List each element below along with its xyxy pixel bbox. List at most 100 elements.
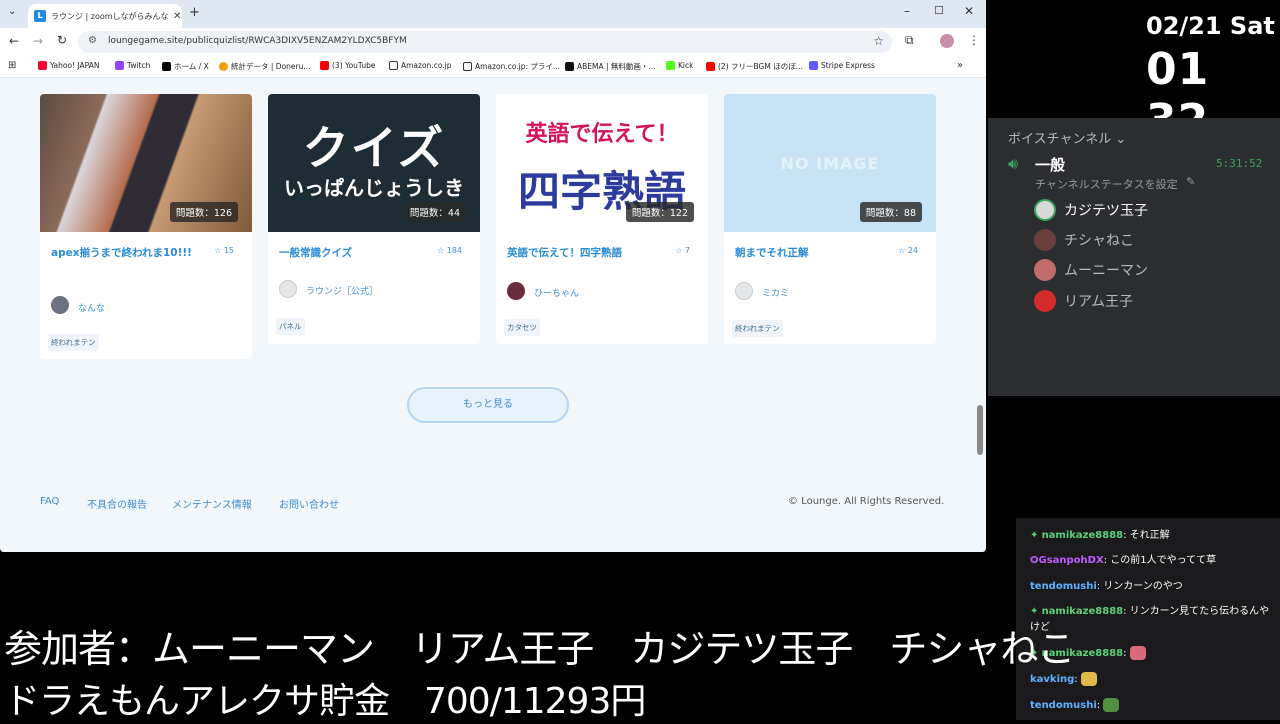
more-bookmarks-icon[interactable]: » — [957, 60, 963, 71]
menu-icon[interactable]: ⋮ — [968, 33, 980, 47]
site-info-icon[interactable]: ⚙ — [88, 35, 97, 46]
footer-link-contact[interactable]: お問い合わせ — [279, 496, 339, 511]
question-count-badge: 問題数：44 — [403, 202, 466, 222]
close-window-icon[interactable]: ✕ — [964, 4, 974, 18]
voice-member[interactable]: カジテツ玉子 — [1034, 198, 1148, 222]
avatar — [51, 296, 69, 314]
voice-member[interactable]: リアム王子 — [1034, 289, 1133, 313]
active-tab[interactable]: L ラウンジ | zoomしながらみんなで遊 ✕ — [28, 4, 182, 28]
reload-icon[interactable]: ↻ — [57, 33, 67, 47]
pencil-icon[interactable]: ✎ — [1186, 175, 1195, 188]
footer-link-bug-report[interactable]: 不具合の報告 — [87, 496, 147, 511]
tab-search-icon[interactable]: ⌄ — [8, 6, 16, 17]
x-icon — [162, 62, 171, 71]
chat-text: : それ正解 — [1123, 530, 1170, 541]
quiz-tag[interactable]: 終われまテン — [48, 334, 99, 351]
profile-avatar[interactable] — [940, 34, 954, 48]
avatar — [1034, 290, 1056, 312]
star-icon: ☆ — [675, 246, 683, 255]
quiz-title[interactable]: 一般常識クイズ — [279, 246, 429, 261]
chat-username[interactable]: namikaze8888 — [1042, 606, 1124, 617]
participants-overlay: 参加者：ムーニーマン リアム王子 カジテツ玉子 チシャねこ — [4, 627, 1075, 671]
stripe-icon — [809, 61, 818, 70]
quiz-card[interactable]: NO IMAGE 問題数：88 朝までそれ正解 ☆ 24 ミカミ 終われまテン — [724, 94, 936, 344]
quiz-thumbnail: NO IMAGE 問題数：88 — [724, 94, 936, 232]
voice-channel-header[interactable]: ボイスチャンネル ⌄ — [1008, 128, 1126, 147]
question-count-badge: 問題数：88 — [859, 202, 922, 222]
bookmark-amazon[interactable]: Amazon.co.jp — [389, 61, 452, 70]
chat-username[interactable]: namikaze8888 — [1042, 530, 1124, 541]
minimize-icon[interactable]: – — [904, 4, 910, 18]
footer-link-faq[interactable]: FAQ — [40, 496, 59, 507]
avatar — [1034, 259, 1056, 281]
new-tab-icon[interactable]: + — [189, 5, 200, 20]
favorite-count[interactable]: ☆ 15 — [214, 246, 234, 255]
show-more-button[interactable]: もっと見る — [407, 387, 569, 423]
emote-icon — [1129, 646, 1146, 660]
forward-icon[interactable]: → — [33, 34, 43, 48]
bookmark-stripe[interactable]: Stripe Express — [809, 61, 875, 70]
quiz-title[interactable]: 英語で伝えて！四字熟語 — [507, 246, 657, 261]
favorite-count[interactable]: ☆ 184 — [437, 246, 462, 255]
quiz-thumbnail: クイズ いっぱんじょうしき 問題数：44 — [268, 94, 480, 232]
author-name[interactable]: ひーちゃん — [534, 286, 579, 299]
quiz-card[interactable]: クイズ いっぱんじょうしき 問題数：44 一般常識クイズ ☆ 184 ラウンジ［… — [268, 94, 480, 344]
chat-text: : — [1123, 648, 1127, 659]
favorite-count[interactable]: ☆ 24 — [898, 246, 918, 255]
scrollbar[interactable] — [977, 405, 983, 455]
back-icon[interactable]: ← — [9, 34, 19, 48]
voice-channel-panel: ボイスチャンネル ⌄ 🔊︎ 一般 5:31:52 チャンネルステータスを設定 ✎ — [988, 118, 1280, 396]
author-name[interactable]: なんな — [78, 301, 105, 314]
channel-name[interactable]: 一般 — [1035, 154, 1065, 175]
quiz-tag[interactable]: カタセツ — [504, 319, 540, 336]
chat-username[interactable]: kavking — [1030, 674, 1074, 685]
quiz-tag[interactable]: 終われまテン — [732, 320, 783, 337]
address-bar[interactable]: ⚙ loungegame.site/publicquizlist/RWCA3DI… — [78, 31, 892, 53]
chat-text: : — [1096, 700, 1101, 711]
savings-overlay: ドラえもんアレクサ貯金 700/11293円 — [4, 681, 646, 722]
tab-close-icon[interactable]: ✕ — [173, 11, 181, 22]
quiz-title[interactable]: apex揃うまで終われま10!!! — [51, 246, 201, 261]
quiz-card[interactable]: 英語で伝えて！ 四字熟語 問題数：122 英語で伝えて！四字熟語 ☆ 7 ひーち… — [496, 94, 708, 344]
bookmark-kick[interactable]: Kick — [666, 61, 693, 70]
apps-grid-icon[interactable]: ⊞ — [8, 60, 16, 71]
author-name[interactable]: ミカミ — [762, 286, 789, 299]
bookmark-amazon-prime[interactable]: Amazon.co.jp: プライ... — [463, 61, 560, 72]
channel-status-prompt[interactable]: チャンネルステータスを設定 — [1035, 176, 1178, 192]
maximize-icon[interactable]: ☐ — [934, 4, 944, 17]
thumbnail-text: クイズ — [302, 121, 446, 175]
bookmark-doneru[interactable]: 統計データ | Doneru... — [219, 61, 311, 72]
footer-link-maintenance[interactable]: メンテナンス情報 — [172, 496, 252, 511]
chat-username[interactable]: OGsanpohDX — [1030, 555, 1104, 566]
avatar — [279, 280, 297, 298]
no-image-text: NO IMAGE — [780, 154, 880, 173]
yahoo-icon — [38, 61, 47, 70]
favorite-count[interactable]: ☆ 7 — [675, 246, 690, 255]
bookmark-abema[interactable]: ABEMA | 無料動画・... — [565, 61, 656, 72]
chat-message: ✦ namikaze8888: それ正解 — [1030, 528, 1274, 544]
bookmark-yahoo[interactable]: Yahoo! JAPAN — [38, 61, 99, 70]
chat-text: : この前1人でやってて草 — [1103, 555, 1217, 566]
bookmark-youtube[interactable]: (3) YouTube — [320, 61, 376, 70]
date-display: 02/21 Sat — [1146, 12, 1275, 40]
bookmark-x[interactable]: ホーム / X — [162, 61, 209, 72]
thumbnail-subtext: いっぱんじょうしき — [284, 176, 464, 200]
avatar — [507, 282, 525, 300]
emote-icon — [1080, 672, 1097, 686]
page-content: 問題数：126 apex揃うまで終われま10!!! ☆ 15 なんな 終われまテ… — [0, 78, 986, 552]
quiz-title[interactable]: 朝までそれ正解 — [735, 246, 885, 261]
member-name: ムーニーマン — [1064, 263, 1148, 279]
chat-username[interactable]: tendomushi — [1030, 700, 1097, 711]
abema-icon — [565, 62, 574, 71]
bookmark-twitch[interactable]: Twitch — [115, 61, 150, 70]
kick-icon — [666, 61, 675, 70]
extensions-icon[interactable]: ⧉ — [905, 33, 914, 48]
bookmark-star-icon[interactable]: ☆ — [873, 34, 884, 48]
chat-username[interactable]: tendomushi — [1030, 581, 1097, 592]
voice-member[interactable]: チシャねこ — [1034, 228, 1134, 252]
quiz-card[interactable]: 問題数：126 apex揃うまで終われま10!!! ☆ 15 なんな 終われまテ… — [40, 94, 252, 359]
voice-member[interactable]: ムーニーマン — [1034, 258, 1148, 282]
author-name[interactable]: ラウンジ［公式］ — [306, 284, 378, 297]
quiz-tag[interactable]: パネル — [276, 318, 305, 335]
bookmark-free-bgm[interactable]: (2) フリーBGM ほのぼ... — [706, 61, 803, 72]
